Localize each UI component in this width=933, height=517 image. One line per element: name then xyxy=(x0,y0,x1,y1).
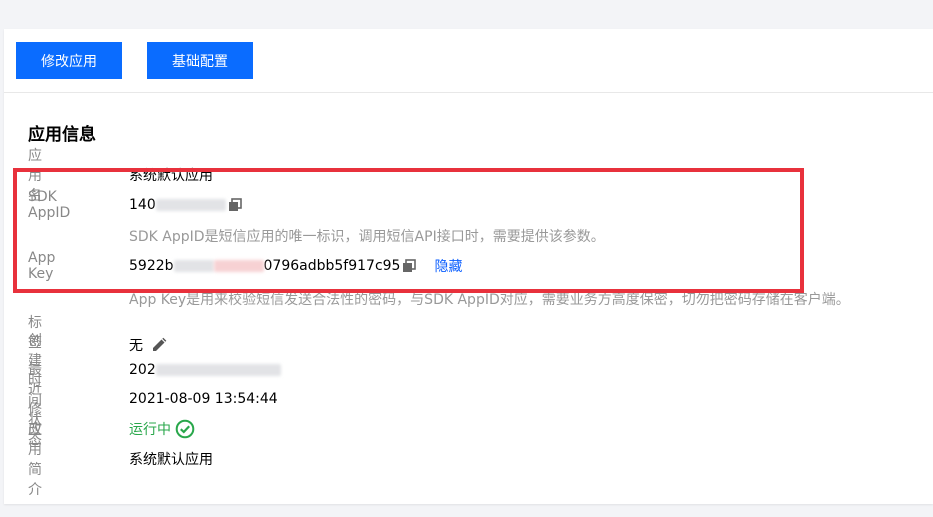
app-key-label: App Key xyxy=(28,250,56,282)
app-key-redacted-2 xyxy=(213,260,264,272)
toolbar: 修改应用 基础配置 xyxy=(16,42,253,79)
app-key-hint: App Key是用来校验短信发送合法性的密码，与SDK AppID对应，需要业务… xyxy=(129,292,850,308)
pencil-icon[interactable] xyxy=(151,337,167,353)
status-text: 运行中 xyxy=(129,422,171,438)
app-info-card: 修改应用 基础配置 应用信息 应用名 系统默认应用 SDK AppID 140 … xyxy=(4,29,933,504)
created-time-value: 202 xyxy=(129,362,281,378)
edit-app-button[interactable]: 修改应用 xyxy=(16,42,122,79)
sdk-appid-redacted xyxy=(155,199,226,211)
modified-time-value: 2021-08-09 13:54:44 xyxy=(129,391,278,407)
sdk-appid-label: SDK AppID xyxy=(28,189,71,221)
created-time-redacted xyxy=(155,364,281,376)
tags-value: 无 xyxy=(129,335,167,355)
copy-icon[interactable] xyxy=(402,259,417,273)
description-label: 应用简介 xyxy=(28,422,42,498)
hide-app-key-link[interactable]: 隐藏 xyxy=(434,256,462,276)
sdk-appid-hint: SDK AppID是短信应用的唯一标识，调用短信API接口时，需要提供该参数。 xyxy=(129,229,605,245)
description-value: 系统默认应用 xyxy=(129,452,213,468)
basic-config-button[interactable]: 基础配置 xyxy=(147,42,253,79)
copy-icon[interactable] xyxy=(228,198,242,212)
app-name-value: 系统默认应用 xyxy=(129,168,213,184)
sdk-appid-prefix: 140 xyxy=(129,197,156,213)
toolbar-divider xyxy=(4,92,933,93)
sdk-appid-value: 140 xyxy=(129,197,242,213)
check-circle-icon xyxy=(175,419,195,439)
status-value: 运行中 xyxy=(129,419,195,439)
app-key-redacted-1 xyxy=(173,260,214,272)
app-key-value: 5922b 0796adbb5f917c95 隐藏 xyxy=(129,256,462,276)
app-key-suffix: 0796adbb5f917c95 xyxy=(263,258,401,274)
section-title: 应用信息 xyxy=(28,125,96,145)
app-key-prefix: 5922b xyxy=(129,258,174,274)
created-time-prefix: 202 xyxy=(129,362,156,378)
tags-value-text: 无 xyxy=(129,338,143,354)
